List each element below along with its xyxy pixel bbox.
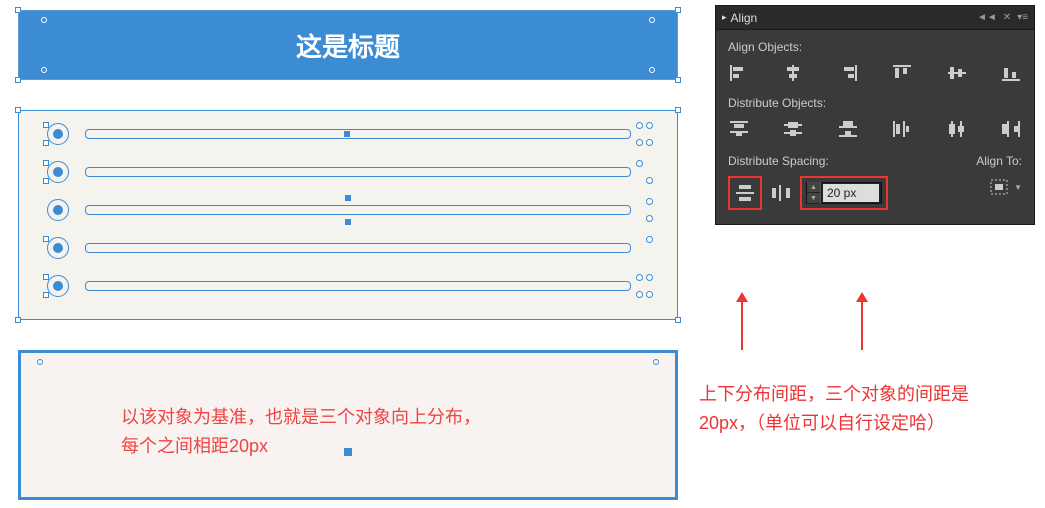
bbox-handle[interactable] bbox=[675, 7, 681, 13]
arrow-to-spacing-icon bbox=[741, 300, 743, 350]
distribute-objects-label: Distribute Objects: bbox=[728, 96, 1022, 110]
group-center-marker bbox=[344, 131, 350, 137]
selection-marker bbox=[653, 359, 659, 365]
row-bar bbox=[85, 281, 631, 291]
bbox-handle[interactable] bbox=[43, 140, 49, 146]
center-handle[interactable] bbox=[344, 448, 352, 456]
bbox-handle[interactable] bbox=[15, 77, 21, 83]
bbox-handle[interactable] bbox=[675, 317, 681, 323]
align-vcenter-icon[interactable] bbox=[946, 62, 968, 84]
row-bar bbox=[85, 243, 631, 253]
bbox-handle[interactable] bbox=[43, 292, 49, 298]
align-panel[interactable]: ▸ Align ◄◄ ✕ ▾≡ Align Objects: Distribut… bbox=[715, 5, 1035, 225]
anchor-point[interactable] bbox=[646, 139, 653, 146]
row-bar bbox=[85, 205, 631, 215]
highlight-spacing-input: ▲▼ bbox=[800, 176, 888, 210]
anchor-point[interactable] bbox=[636, 291, 643, 298]
canvas-area: 这是标题 bbox=[18, 10, 678, 500]
align-top-icon[interactable] bbox=[891, 62, 913, 84]
selection-marker bbox=[649, 67, 655, 73]
align-to-selection-icon[interactable] bbox=[988, 176, 1010, 198]
anchor-point[interactable] bbox=[636, 160, 643, 167]
align-right-icon[interactable] bbox=[837, 62, 859, 84]
anchor-point[interactable] bbox=[646, 274, 653, 281]
align-hcenter-icon[interactable] bbox=[782, 62, 804, 84]
selection-marker bbox=[41, 67, 47, 73]
bbox-handle[interactable] bbox=[43, 236, 49, 242]
horizontal-distribute-space-icon[interactable] bbox=[770, 182, 792, 204]
distribute-vcenter-icon[interactable] bbox=[782, 118, 804, 140]
bbox-handle[interactable] bbox=[15, 317, 21, 323]
bbox-handle[interactable] bbox=[43, 274, 49, 280]
spacing-value-input[interactable] bbox=[823, 184, 879, 202]
align-to-label: Align To: bbox=[976, 154, 1022, 168]
row-bar bbox=[85, 167, 631, 177]
center-handle[interactable] bbox=[345, 195, 351, 201]
row-bullet-icon bbox=[47, 123, 69, 145]
selection-marker bbox=[41, 17, 47, 23]
spacing-stepper[interactable]: ▲▼ bbox=[807, 182, 821, 204]
panel-close-icon[interactable]: ✕ bbox=[1003, 12, 1011, 23]
distribute-hcenter-icon[interactable] bbox=[946, 118, 968, 140]
row-bullet-icon bbox=[47, 161, 69, 183]
panel-header[interactable]: ▸ Align ◄◄ ✕ ▾≡ bbox=[716, 6, 1034, 30]
distribute-bottom-icon[interactable] bbox=[837, 118, 859, 140]
selection-marker bbox=[37, 359, 43, 365]
arrow-to-spacing-value bbox=[861, 300, 863, 350]
anchor-point[interactable] bbox=[646, 291, 653, 298]
center-handle[interactable] bbox=[345, 219, 351, 225]
align-objects-label: Align Objects: bbox=[728, 40, 1022, 54]
collapse-icon[interactable]: ▸ bbox=[722, 12, 727, 23]
anchor-point[interactable] bbox=[636, 139, 643, 146]
list-group[interactable] bbox=[18, 110, 678, 320]
align-left-icon[interactable] bbox=[728, 62, 750, 84]
bottom-group[interactable]: 以该对象为基准，也就是三个对象向上分布， 每个之间相距20px bbox=[18, 350, 678, 500]
right-annotation: 上下分布间距，三个对象的间距是 20px，（单位可以自行设定哈） bbox=[699, 380, 1039, 438]
anchor-point[interactable] bbox=[646, 177, 653, 184]
anchor-point[interactable] bbox=[646, 198, 653, 205]
anchor-point[interactable] bbox=[636, 122, 643, 129]
dropdown-arrow-icon[interactable]: ▼ bbox=[1014, 183, 1022, 192]
anchor-point[interactable] bbox=[646, 215, 653, 222]
anchor-point[interactable] bbox=[646, 236, 653, 243]
row-bar bbox=[85, 129, 631, 139]
list-row[interactable] bbox=[47, 201, 649, 219]
align-bottom-icon[interactable] bbox=[1000, 62, 1022, 84]
panel-collapse-icon[interactable]: ◄◄ bbox=[977, 12, 997, 23]
panel-menu-icon[interactable]: ▾≡ bbox=[1017, 12, 1028, 23]
bbox-handle[interactable] bbox=[675, 107, 681, 113]
row-bullet-icon bbox=[47, 199, 69, 221]
bbox-handle[interactable] bbox=[15, 7, 21, 13]
bbox-handle[interactable] bbox=[43, 122, 49, 128]
bbox-handle[interactable] bbox=[15, 107, 21, 113]
bbox-handle[interactable] bbox=[43, 160, 49, 166]
vertical-distribute-space-icon[interactable] bbox=[734, 182, 756, 204]
anchor-point[interactable] bbox=[646, 122, 653, 129]
row-bullet-icon bbox=[47, 237, 69, 259]
panel-title-text: Align bbox=[731, 11, 758, 25]
header-title: 这是标题 bbox=[296, 27, 400, 64]
list-row[interactable] bbox=[47, 239, 649, 257]
bbox-handle[interactable] bbox=[675, 77, 681, 83]
distribute-left-icon[interactable] bbox=[891, 118, 913, 140]
row-bullet-icon bbox=[47, 275, 69, 297]
distribute-spacing-label: Distribute Spacing: bbox=[728, 154, 888, 168]
selection-marker bbox=[649, 17, 655, 23]
list-row[interactable] bbox=[47, 163, 649, 181]
highlight-vertical-spacing bbox=[728, 176, 762, 210]
distribute-top-icon[interactable] bbox=[728, 118, 750, 140]
bbox-handle[interactable] bbox=[43, 178, 49, 184]
distribute-right-icon[interactable] bbox=[1000, 118, 1022, 140]
header-group[interactable]: 这是标题 bbox=[18, 10, 678, 80]
anchor-point[interactable] bbox=[636, 274, 643, 281]
list-row[interactable] bbox=[47, 277, 649, 295]
